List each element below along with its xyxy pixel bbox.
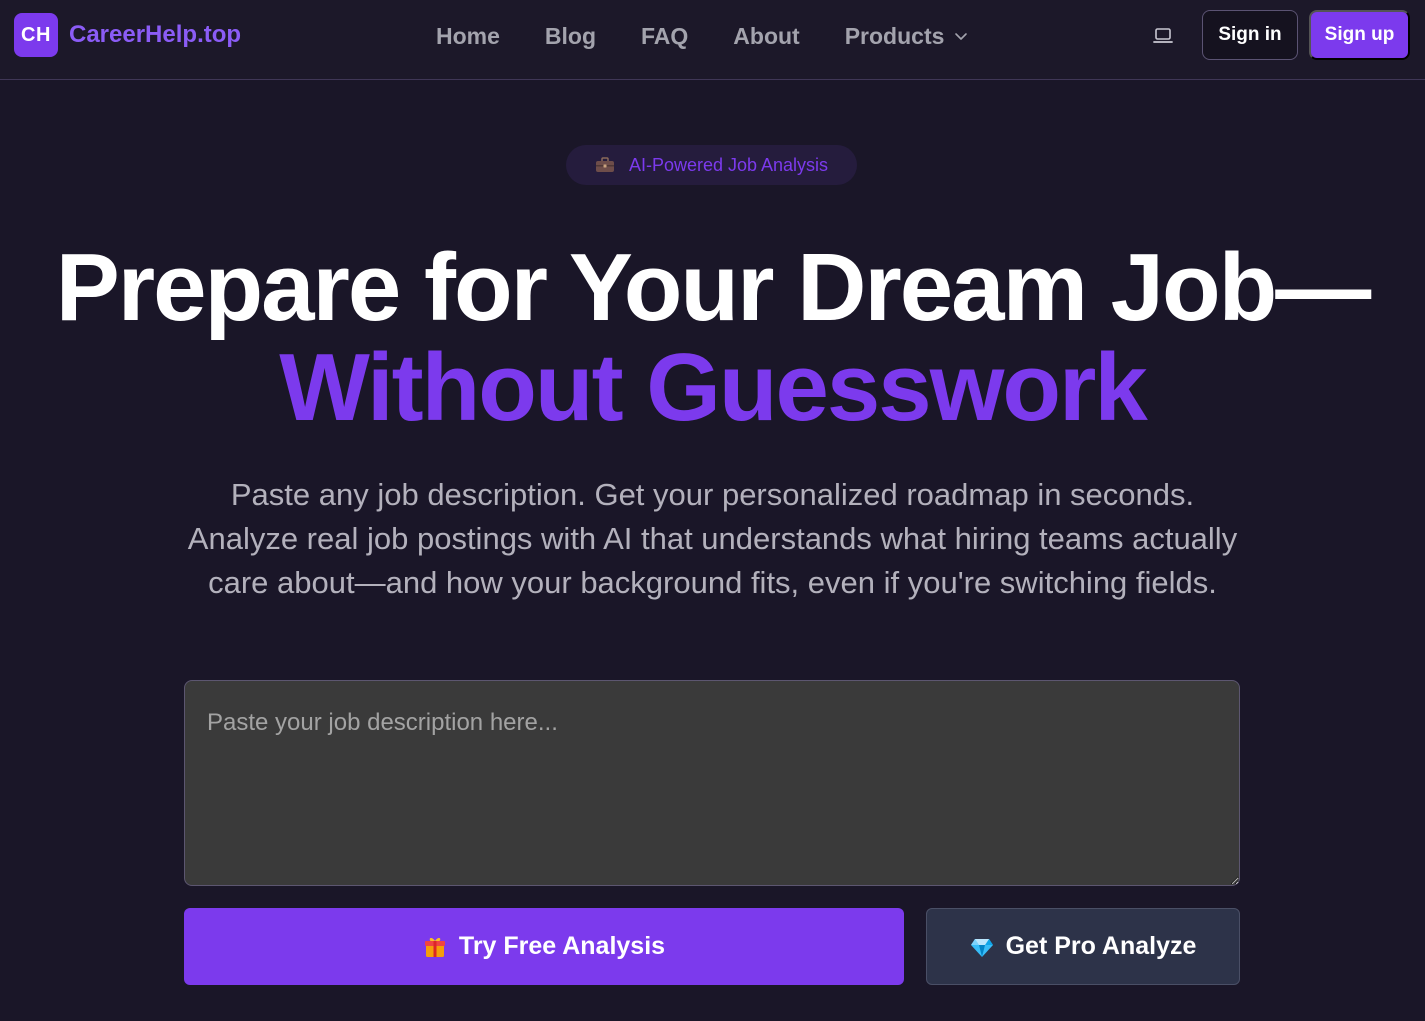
headline-line-2: Without Guesswork	[279, 334, 1148, 441]
gift-icon	[424, 937, 445, 957]
brand-link[interactable]: CH CareerHelp.top	[14, 13, 241, 57]
nav-products-dropdown[interactable]: Products	[845, 20, 969, 52]
brand-logo: CH	[14, 13, 58, 57]
main-nav: Home Blog FAQ About Products	[436, 20, 968, 52]
get-pro-analyze-button[interactable]: Get Pro Analyze	[926, 908, 1240, 985]
try-free-analysis-label: Try Free Analysis	[458, 932, 666, 960]
get-pro-analyze-label: Get Pro Analyze	[1005, 932, 1197, 960]
chevron-down-icon	[955, 33, 968, 40]
nav-blog[interactable]: Blog	[545, 20, 596, 52]
sign-in-button[interactable]: Sign in	[1202, 10, 1298, 60]
headline-line-1: Prepare for Your Dream Job—	[55, 234, 1372, 341]
brand-name: CareerHelp.top	[69, 21, 242, 48]
sign-up-button[interactable]: Sign up	[1309, 10, 1410, 60]
feature-badge: AI-Powered Job Analysis	[566, 145, 857, 185]
gem-icon	[970, 938, 993, 957]
page-title: Prepare for Your Dream Job— Without Gues…	[0, 238, 1425, 438]
nav-faq[interactable]: FAQ	[641, 20, 688, 52]
nav-about[interactable]: About	[733, 20, 799, 52]
job-description-input[interactable]	[184, 680, 1240, 886]
briefcase-icon	[595, 157, 614, 172]
try-free-analysis-button[interactable]: Try Free Analysis	[184, 908, 904, 985]
theme-toggle-button[interactable]	[1149, 22, 1177, 50]
laptop-icon	[1153, 28, 1173, 43]
nav-home[interactable]: Home	[436, 20, 500, 52]
hero-description: Paste any job description. Get your pers…	[187, 477, 1238, 600]
badge-text: AI-Powered Job Analysis	[628, 154, 829, 175]
navbar: CH CareerHelp.top Home Blog FAQ About Pr…	[0, 0, 1425, 80]
nav-products-label: Products	[844, 22, 945, 49]
